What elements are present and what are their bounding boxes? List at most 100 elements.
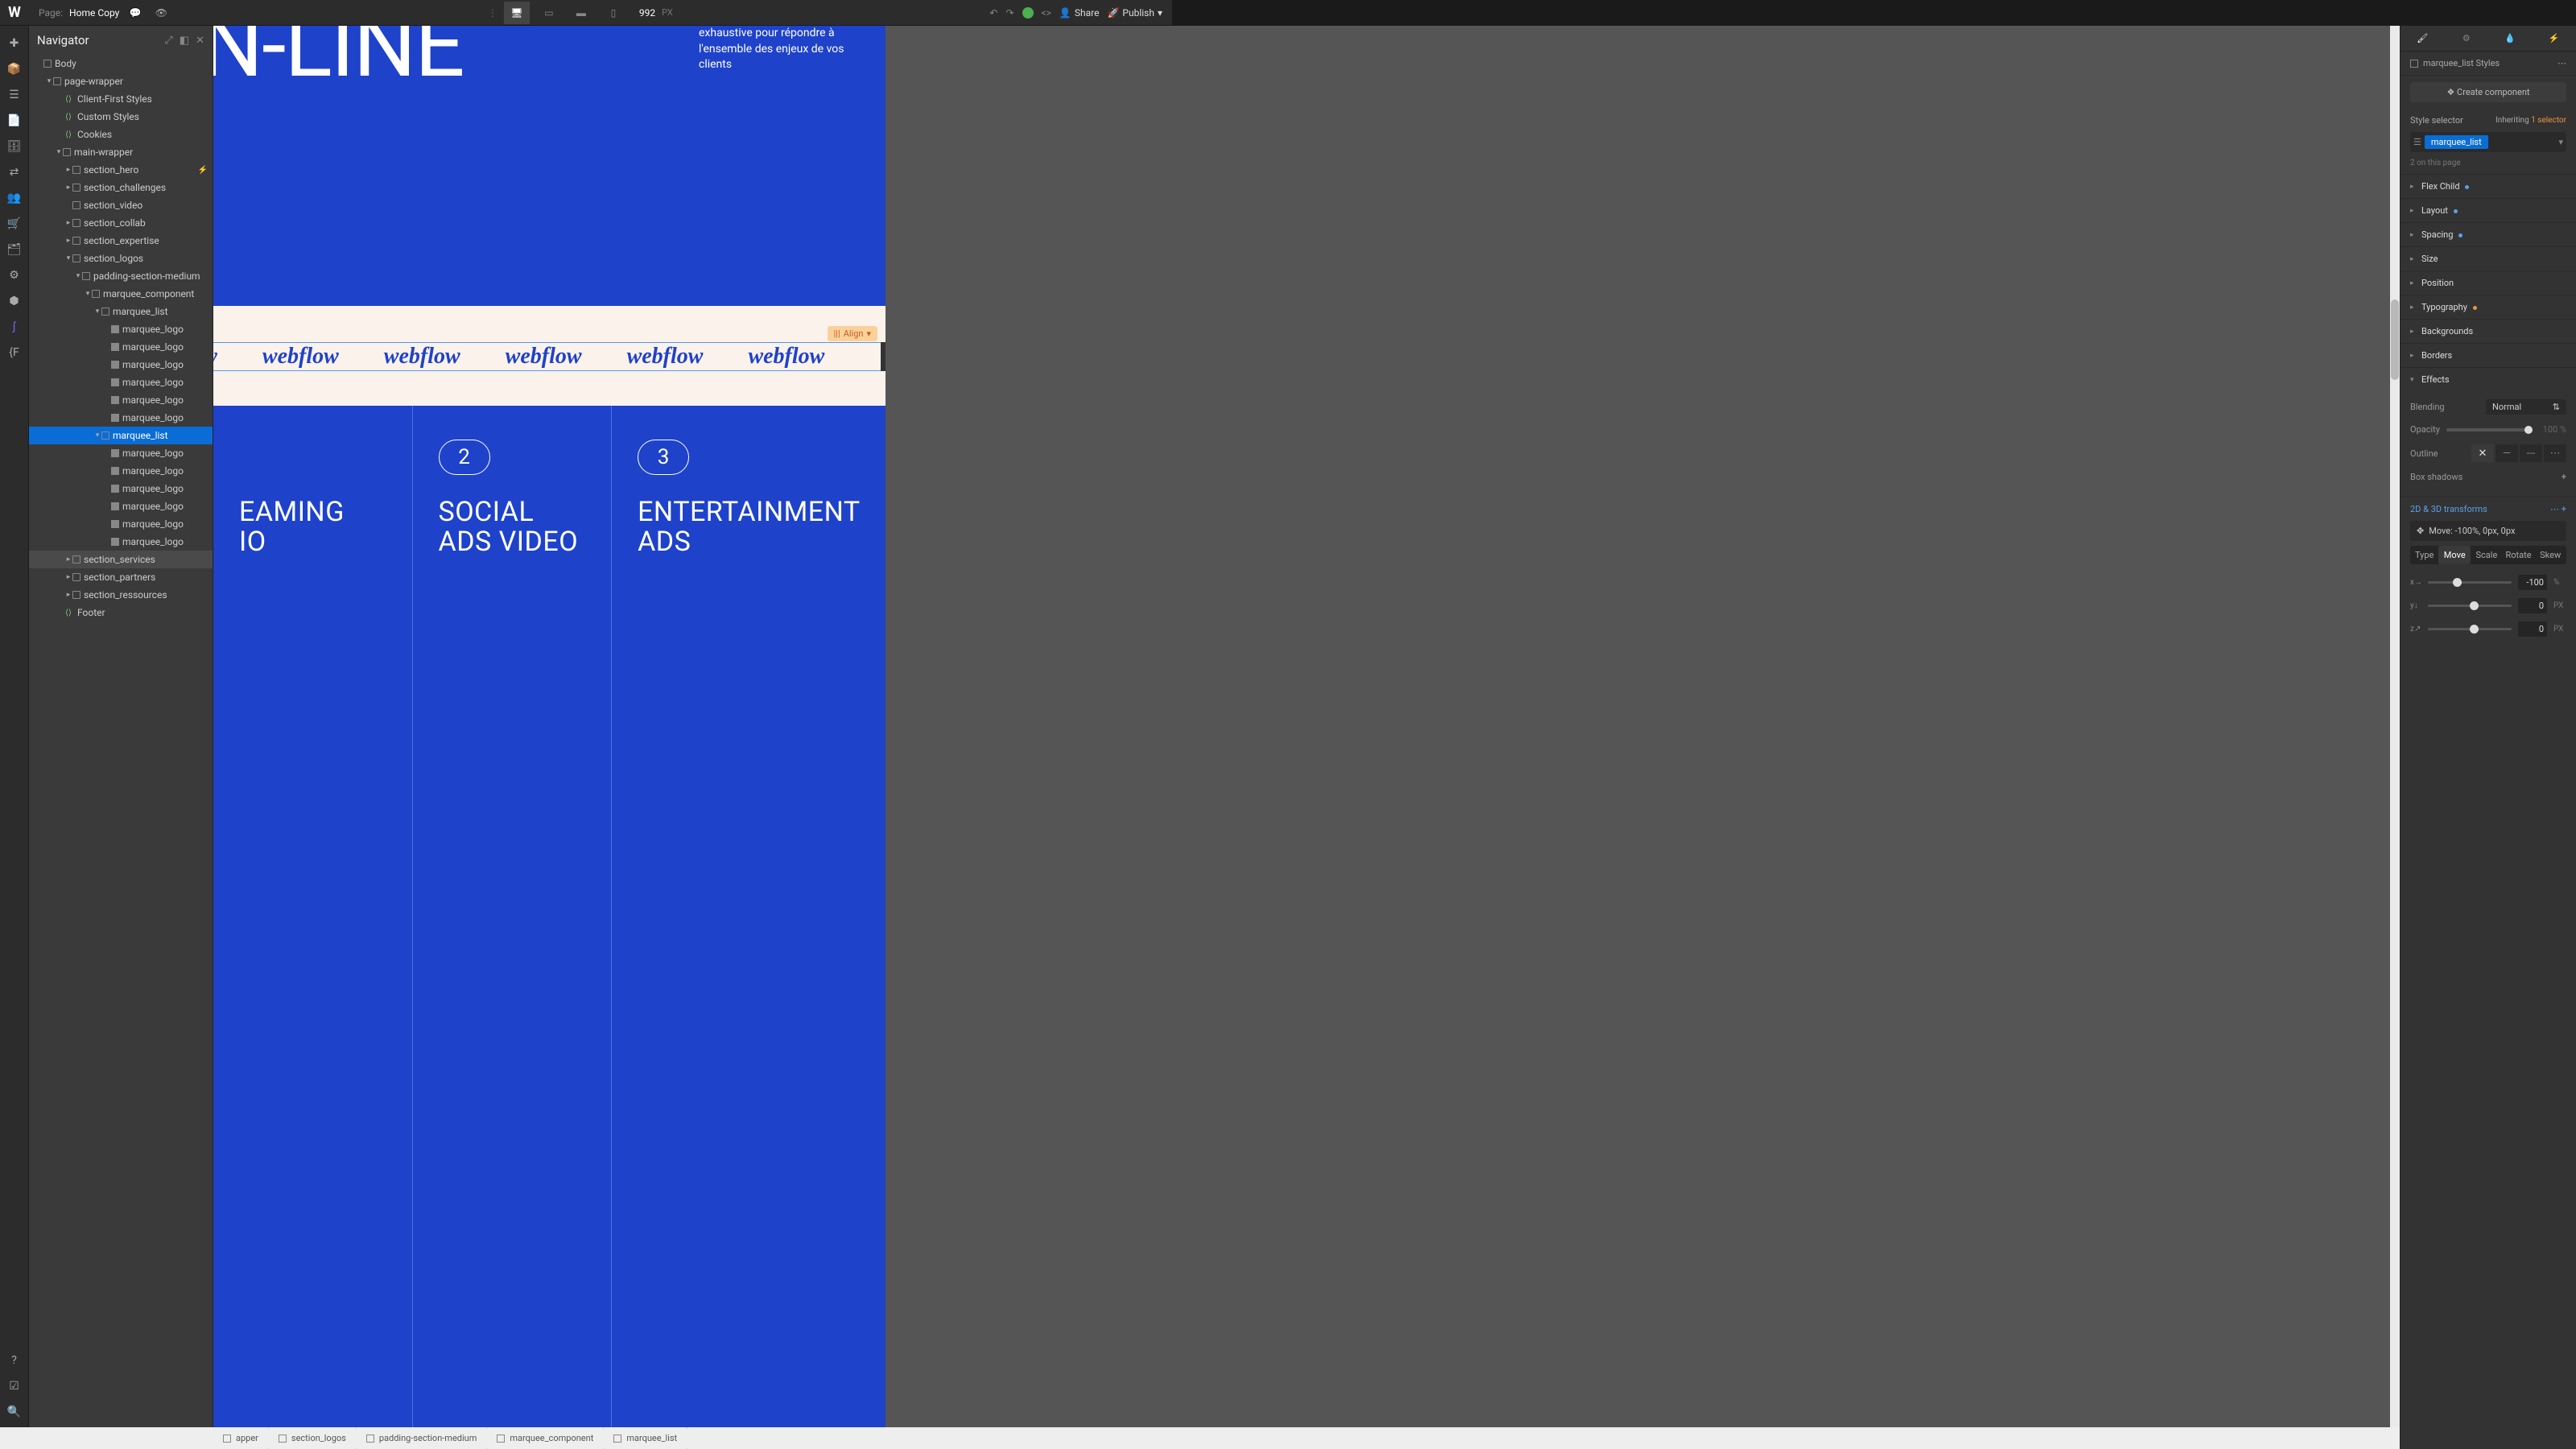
accordion-layout[interactable]: ▸Layout bbox=[2401, 198, 2576, 222]
tree-node-marquee-logo[interactable]: marquee_logo bbox=[29, 497, 213, 515]
tree-node-marquee-logo[interactable]: marquee_logo bbox=[29, 374, 213, 391]
accordion-borders[interactable]: ▸Borders bbox=[2401, 343, 2576, 367]
comments-icon[interactable]: 💬 bbox=[126, 3, 145, 23]
align-badge[interactable]: |||Align▾ bbox=[828, 326, 877, 341]
service-card[interactable]: 2 SOCIAL ADS VIDEO bbox=[412, 406, 612, 1427]
more-icon[interactable]: ⋯ bbox=[2557, 58, 2566, 68]
tree-node-marquee-logo[interactable]: marquee_logo bbox=[29, 462, 213, 480]
navigator-tree[interactable]: Body▾page-wrapper⟨⟩Client-First Styles⟨⟩… bbox=[29, 55, 213, 1427]
slider-track[interactable] bbox=[2428, 628, 2512, 630]
publish-button[interactable]: 🚀Publish▾ bbox=[1107, 7, 1162, 19]
status-indicator-icon[interactable] bbox=[1022, 7, 1034, 19]
hero-paragraph[interactable]: exhaustive pour répondre à l'ensemble de… bbox=[699, 26, 852, 73]
navigator-icon[interactable]: ☰ bbox=[3, 84, 26, 106]
selector-input[interactable]: ☰ marquee_list ▾ bbox=[2410, 132, 2566, 152]
audit-icon[interactable]: ☑ bbox=[3, 1375, 26, 1397]
slider-value[interactable]: 0 bbox=[2518, 598, 2547, 613]
tree-node-marquee-logo[interactable]: marquee_logo bbox=[29, 444, 213, 462]
tree-node-body[interactable]: Body bbox=[29, 55, 213, 72]
service-card[interactable]: 3 ENTERTAINMENT ADS bbox=[611, 406, 886, 1427]
assets-icon[interactable]: 🗂 bbox=[3, 238, 26, 261]
slider-thumb[interactable] bbox=[2524, 426, 2533, 434]
type-tab-skew[interactable]: Skew bbox=[2534, 546, 2566, 564]
marquee-logo[interactable]: webflow bbox=[262, 344, 339, 369]
tree-node-section-partners[interactable]: ▸section_partners bbox=[29, 568, 213, 586]
inheriting-label[interactable]: Inheriting 1 selector bbox=[2496, 116, 2566, 125]
tree-node-section-logos[interactable]: ▾section_logos bbox=[29, 250, 213, 267]
breadcrumb-item[interactable]: marquee_list bbox=[604, 1427, 687, 1449]
transform-item[interactable]: ✥ Move: -100%, 0px, 0px bbox=[2410, 521, 2566, 541]
tree-node-section-services[interactable]: ▸section_services bbox=[29, 551, 213, 568]
blending-select[interactable]: Normal⇅ bbox=[2486, 399, 2566, 415]
slider-thumb[interactable] bbox=[2470, 601, 2479, 610]
tree-node-custom-styles[interactable]: ⟨⟩Custom Styles bbox=[29, 108, 213, 126]
tree-node-marquee-logo[interactable]: marquee_logo bbox=[29, 338, 213, 356]
webflow-logo-icon[interactable]: W bbox=[3, 2, 26, 24]
breakpoint-mobile[interactable]: ▯ bbox=[601, 2, 626, 24]
tree-node-section-collab[interactable]: ▸section_collab bbox=[29, 214, 213, 232]
tree-node-section-ressources[interactable]: ▸section_ressources bbox=[29, 586, 213, 604]
tree-node-marquee-logo[interactable]: marquee_logo bbox=[29, 480, 213, 497]
tree-node-cookies[interactable]: ⟨⟩Cookies bbox=[29, 126, 213, 143]
settings-icon[interactable]: ⚙ bbox=[3, 264, 26, 287]
users-icon[interactable]: 👥 bbox=[3, 187, 26, 209]
tree-node-section-expertise[interactable]: ▸section_expertise bbox=[29, 232, 213, 250]
selector-tag[interactable]: marquee_list bbox=[2425, 135, 2488, 149]
marquee-logo[interactable]: webflow bbox=[506, 344, 582, 369]
tree-node-main-wrapper[interactable]: ▾main-wrapper bbox=[29, 143, 213, 161]
variables-icon[interactable]: {F bbox=[3, 341, 26, 364]
tree-node-padding-section-medium[interactable]: ▾padding-section-medium bbox=[29, 267, 213, 285]
pages-icon[interactable]: 📄 bbox=[3, 109, 26, 132]
create-component-button[interactable]: ❖ Create component bbox=[2410, 82, 2566, 102]
marquee-logo[interactable]: webflow bbox=[748, 344, 824, 369]
add-shadow-icon[interactable]: + bbox=[2562, 472, 2566, 482]
slider-value[interactable]: -100 bbox=[2518, 575, 2547, 590]
cms-icon[interactable]: 🗄 bbox=[3, 135, 26, 158]
canvas-scrollbar[interactable] bbox=[2390, 26, 2400, 1427]
collapse-icon[interactable]: ⤢ bbox=[164, 35, 172, 47]
opacity-slider[interactable] bbox=[2446, 428, 2533, 431]
undo-icon[interactable]: ↶ bbox=[989, 7, 997, 19]
tree-node-marquee-logo[interactable]: marquee_logo bbox=[29, 533, 213, 551]
slider-thumb[interactable] bbox=[2453, 578, 2462, 587]
marquee-logo[interactable]: webflow bbox=[627, 344, 704, 369]
tree-node-marquee-logo[interactable]: marquee_logo bbox=[29, 320, 213, 338]
more-icon[interactable]: ⋯ bbox=[2550, 504, 2559, 514]
accordion-spacing[interactable]: ▸Spacing bbox=[2401, 222, 2576, 246]
pin-icon[interactable]: ◧ bbox=[180, 35, 189, 47]
style-tab-icon[interactable]: 🖌 bbox=[2413, 33, 2432, 43]
service-card[interactable]: EAMINGIO bbox=[213, 406, 412, 1427]
tree-node-marquee-component[interactable]: ▾marquee_component bbox=[29, 285, 213, 303]
marquee-logo[interactable]: webflow bbox=[213, 344, 217, 369]
design-canvas[interactable]: ON-LINE exhaustive pour répondre à l'ens… bbox=[213, 26, 886, 1427]
finsweet-icon[interactable]: ∫ bbox=[3, 316, 26, 338]
slider-thumb[interactable] bbox=[2470, 625, 2479, 634]
marquee-list-selected[interactable]: webflow webflow webflow webflow webflow … bbox=[213, 342, 886, 371]
slider-unit[interactable]: PX bbox=[2553, 601, 2566, 610]
accordion-backgrounds[interactable]: ▸Backgrounds bbox=[2401, 319, 2576, 343]
tree-node-section-video[interactable]: section_video bbox=[29, 196, 213, 214]
tree-node-page-wrapper[interactable]: ▾page-wrapper bbox=[29, 72, 213, 90]
search-icon[interactable]: 🔍 bbox=[3, 1401, 26, 1423]
interactions-tab-icon[interactable]: 💧 bbox=[2500, 33, 2520, 43]
marquee-logo[interactable]: webflow bbox=[384, 344, 460, 369]
opacity-value[interactable]: 100 % bbox=[2539, 424, 2566, 435]
accordion-effects[interactable]: ▾Effects bbox=[2401, 367, 2576, 391]
slider-track[interactable] bbox=[2428, 605, 2512, 607]
tree-node-marquee-logo[interactable]: marquee_logo bbox=[29, 356, 213, 374]
accordion-position[interactable]: ▸Position bbox=[2401, 270, 2576, 295]
tree-node-marquee-logo[interactable]: marquee_logo bbox=[29, 391, 213, 409]
preview-icon[interactable]: 👁 bbox=[151, 3, 171, 23]
selection-drag-handle[interactable] bbox=[881, 342, 886, 371]
tree-node-marquee-list[interactable]: ▾marquee_list bbox=[29, 427, 213, 444]
settings-tab-icon[interactable]: ⚙ bbox=[2457, 33, 2476, 43]
breadcrumb-item[interactable]: padding-section-medium bbox=[357, 1427, 488, 1449]
breadcrumb-item[interactable]: marquee_component bbox=[487, 1427, 604, 1449]
slider-unit[interactable]: % bbox=[2553, 578, 2566, 587]
type-tab-move[interactable]: Move bbox=[2438, 546, 2471, 564]
outline-solid-button[interactable]: — bbox=[2496, 444, 2518, 462]
breadcrumb-item[interactable]: section_logos bbox=[269, 1427, 357, 1449]
add-transform-icon[interactable]: + bbox=[2562, 504, 2566, 514]
viewport-width[interactable]: 992 bbox=[639, 7, 655, 19]
slider-track[interactable] bbox=[2428, 581, 2512, 584]
